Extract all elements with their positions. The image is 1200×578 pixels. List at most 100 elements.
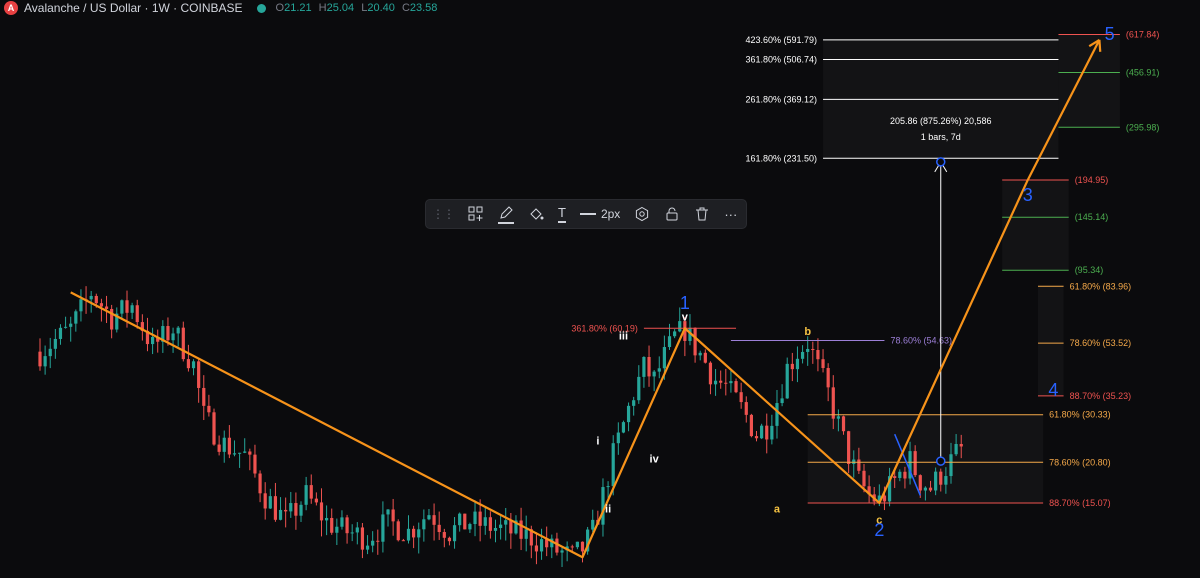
candle-body xyxy=(125,300,129,313)
candle-body xyxy=(330,517,334,533)
candle-body xyxy=(427,515,431,520)
candle-body xyxy=(841,416,846,432)
candle-body xyxy=(862,470,866,487)
candle-body xyxy=(299,504,303,516)
candle-body xyxy=(360,527,365,550)
candle-body xyxy=(954,443,958,455)
candle-body xyxy=(463,513,467,530)
candle-body xyxy=(253,454,257,474)
subwave-label: iii xyxy=(619,331,628,343)
fib-level-label: (617.84) xyxy=(1126,29,1160,39)
candle-body xyxy=(412,528,416,538)
candle-body xyxy=(79,299,83,312)
candle-body xyxy=(739,392,743,403)
candle-body xyxy=(826,368,830,388)
candle-body xyxy=(63,326,68,328)
fib-zone xyxy=(1002,180,1069,270)
candle-body xyxy=(104,306,109,309)
candle-body xyxy=(488,517,492,531)
candle-body xyxy=(401,540,405,542)
candle-body xyxy=(524,529,528,539)
candle-body xyxy=(847,431,851,464)
candle-body xyxy=(237,452,242,454)
candle-body xyxy=(611,443,615,487)
candle-body xyxy=(934,471,938,491)
candle-body xyxy=(493,527,498,531)
line-width-label: 2px xyxy=(600,207,621,221)
measure-label-main: 205.86 (875.26%) 20,586 xyxy=(890,116,992,126)
candle-body xyxy=(350,532,354,534)
candle-body xyxy=(468,524,472,530)
candle-body xyxy=(191,361,196,369)
candle-body xyxy=(202,387,206,406)
candle-body xyxy=(816,350,820,360)
candle-body xyxy=(852,459,856,464)
measure-handle-end xyxy=(936,157,946,167)
candle-body xyxy=(836,416,840,419)
text-color-icon[interactable]: T xyxy=(558,205,566,223)
trash-icon[interactable] xyxy=(694,206,710,222)
candle-body xyxy=(713,380,718,385)
candle-body xyxy=(53,338,57,349)
candle-body xyxy=(539,539,544,552)
candle-body xyxy=(800,351,805,359)
candle-body xyxy=(181,327,185,360)
price-chart[interactable]: 361.80% (60.19)78.60% (54.63)61.80% (30.… xyxy=(0,0,1200,578)
fib-level-label: (95.34) xyxy=(1075,265,1104,275)
candle-body xyxy=(386,509,390,515)
add-template-icon[interactable] xyxy=(468,206,484,222)
fib-level-label: 78.60% (54.63) xyxy=(890,335,952,345)
candle-body xyxy=(284,509,288,512)
candle-body xyxy=(99,303,104,307)
fib-level-label: 261.80% (369.12) xyxy=(745,94,817,104)
candle-body xyxy=(903,471,907,479)
fill-bucket-icon[interactable] xyxy=(528,206,544,222)
subwave-label: v xyxy=(682,312,689,324)
lock-icon[interactable] xyxy=(664,206,680,222)
fib-level-label: (145.14) xyxy=(1075,212,1109,222)
candle-body xyxy=(504,520,508,525)
candle-body xyxy=(376,540,380,542)
measure-handle-start xyxy=(936,456,946,466)
candle-body xyxy=(171,333,175,341)
candle-body xyxy=(89,295,93,300)
candle-body xyxy=(217,444,221,452)
drawing-toolbar: ⋮⋮ T 2px ··· xyxy=(425,199,747,229)
grip-icon[interactable]: ⋮⋮ xyxy=(432,207,455,221)
candle-body xyxy=(186,359,191,369)
more-icon[interactable]: ··· xyxy=(724,207,737,222)
candle-body xyxy=(273,496,278,520)
candle-body xyxy=(708,362,713,385)
line-width-icon[interactable]: 2px xyxy=(579,207,621,221)
candle-body xyxy=(785,363,789,399)
candle-body xyxy=(43,356,47,367)
candle-body xyxy=(913,451,917,476)
candle-body xyxy=(319,502,324,521)
abc-wave-label: c xyxy=(876,515,882,527)
subwave-label: ii xyxy=(605,503,611,515)
settings-icon[interactable] xyxy=(634,206,650,222)
subwave-label: iv xyxy=(650,453,660,465)
candle-body xyxy=(652,371,656,377)
fib-level-label: 88.70% (15.07) xyxy=(1049,498,1111,508)
candle-body xyxy=(483,517,487,526)
candle-body xyxy=(442,532,446,538)
candle-body xyxy=(381,514,385,542)
candle-body xyxy=(365,545,370,550)
pencil-icon[interactable] xyxy=(498,205,514,224)
candle-body xyxy=(621,422,626,433)
candle-body xyxy=(304,485,308,505)
candle-body xyxy=(417,529,421,538)
candle-body xyxy=(949,454,953,477)
wave-arrow-head xyxy=(1098,39,1102,52)
candle-body xyxy=(698,352,702,356)
candle-body xyxy=(744,402,748,415)
candle-body xyxy=(94,295,98,304)
candle-body xyxy=(371,540,375,546)
candle-body xyxy=(212,412,216,445)
candle-body xyxy=(150,337,155,345)
candle-body xyxy=(616,432,620,444)
candle-body xyxy=(289,503,293,512)
candle-body xyxy=(923,487,928,491)
candle-body xyxy=(724,382,728,384)
